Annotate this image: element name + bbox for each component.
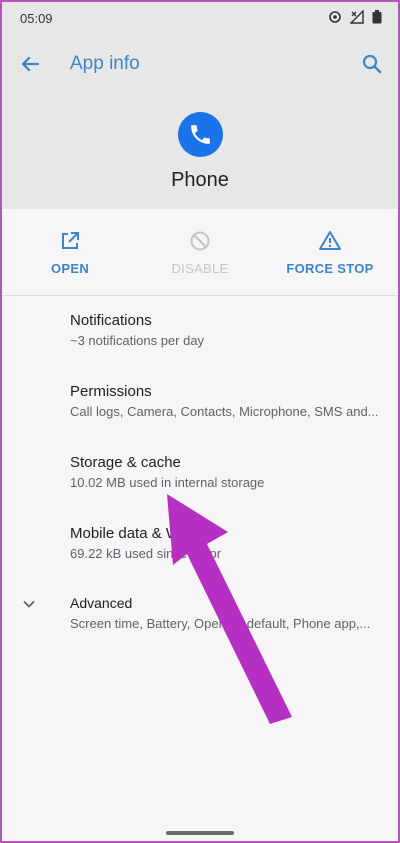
disable-label: DISABLE	[171, 261, 229, 276]
force-stop-button[interactable]: FORCE STOP	[264, 229, 396, 276]
open-external-icon	[58, 229, 82, 253]
app-name: Phone	[171, 169, 229, 191]
list-item-advanced[interactable]: Advanced Screen time, Battery, Open by d…	[2, 579, 398, 649]
list-item-subtitle: 10.02 MB used in internal storage	[70, 475, 265, 490]
chevron-down-icon	[22, 597, 36, 611]
app-header: 05:09 App info Phone	[2, 2, 398, 209]
list-item-mobile-data[interactable]: Mobile data & Wi‑Fi 69.22 kB used since …	[2, 509, 398, 579]
list-item-title: Mobile data & Wi‑Fi	[70, 525, 201, 542]
list-item-storage[interactable]: Storage & cache 10.02 MB used in interna…	[2, 438, 398, 508]
list-item-subtitle: Screen time, Battery, Open by default, P…	[70, 616, 371, 631]
status-bar: 05:09	[2, 2, 398, 36]
list-item-notifications[interactable]: Notifications ~3 notifications per day	[2, 296, 398, 366]
warning-icon	[318, 229, 342, 253]
open-button[interactable]: OPEN	[4, 229, 136, 276]
no-signal-icon	[349, 9, 364, 29]
search-icon	[362, 54, 382, 74]
status-time: 05:09	[20, 11, 53, 26]
list-item-title: Storage & cache	[70, 454, 181, 471]
arrow-back-icon	[21, 56, 40, 72]
action-bar: OPEN DISABLE FORCE STOP	[2, 209, 398, 296]
page-title: App info	[70, 53, 140, 74]
list-item-title: Notifications	[70, 312, 152, 329]
disable-button[interactable]: DISABLE	[134, 229, 266, 276]
app-bar: App info	[2, 42, 398, 86]
gesture-bar[interactable]	[166, 831, 234, 835]
battery-icon	[372, 10, 382, 29]
force-stop-label: FORCE STOP	[286, 261, 374, 276]
open-label: OPEN	[50, 261, 90, 276]
app-info-screen: 05:09 App info Phone OPEN DISABLE FORCE …	[2, 2, 398, 841]
list-item-subtitle: 69.22 kB used since 2 Apr	[70, 546, 222, 561]
search-button[interactable]	[358, 50, 386, 78]
disable-icon	[188, 229, 212, 253]
back-button[interactable]	[16, 50, 44, 78]
list-item-subtitle: Call logs, Camera, Contacts, Microphone,…	[70, 404, 379, 419]
list-item-title: Advanced	[70, 595, 133, 611]
list-item-subtitle: ~3 notifications per day	[70, 333, 205, 348]
list-item-title: Permissions	[70, 383, 152, 400]
list-item-permissions[interactable]: Permissions Call logs, Camera, Contacts,…	[2, 367, 398, 437]
phone-app-icon	[178, 112, 223, 157]
sync-icon	[328, 10, 342, 29]
